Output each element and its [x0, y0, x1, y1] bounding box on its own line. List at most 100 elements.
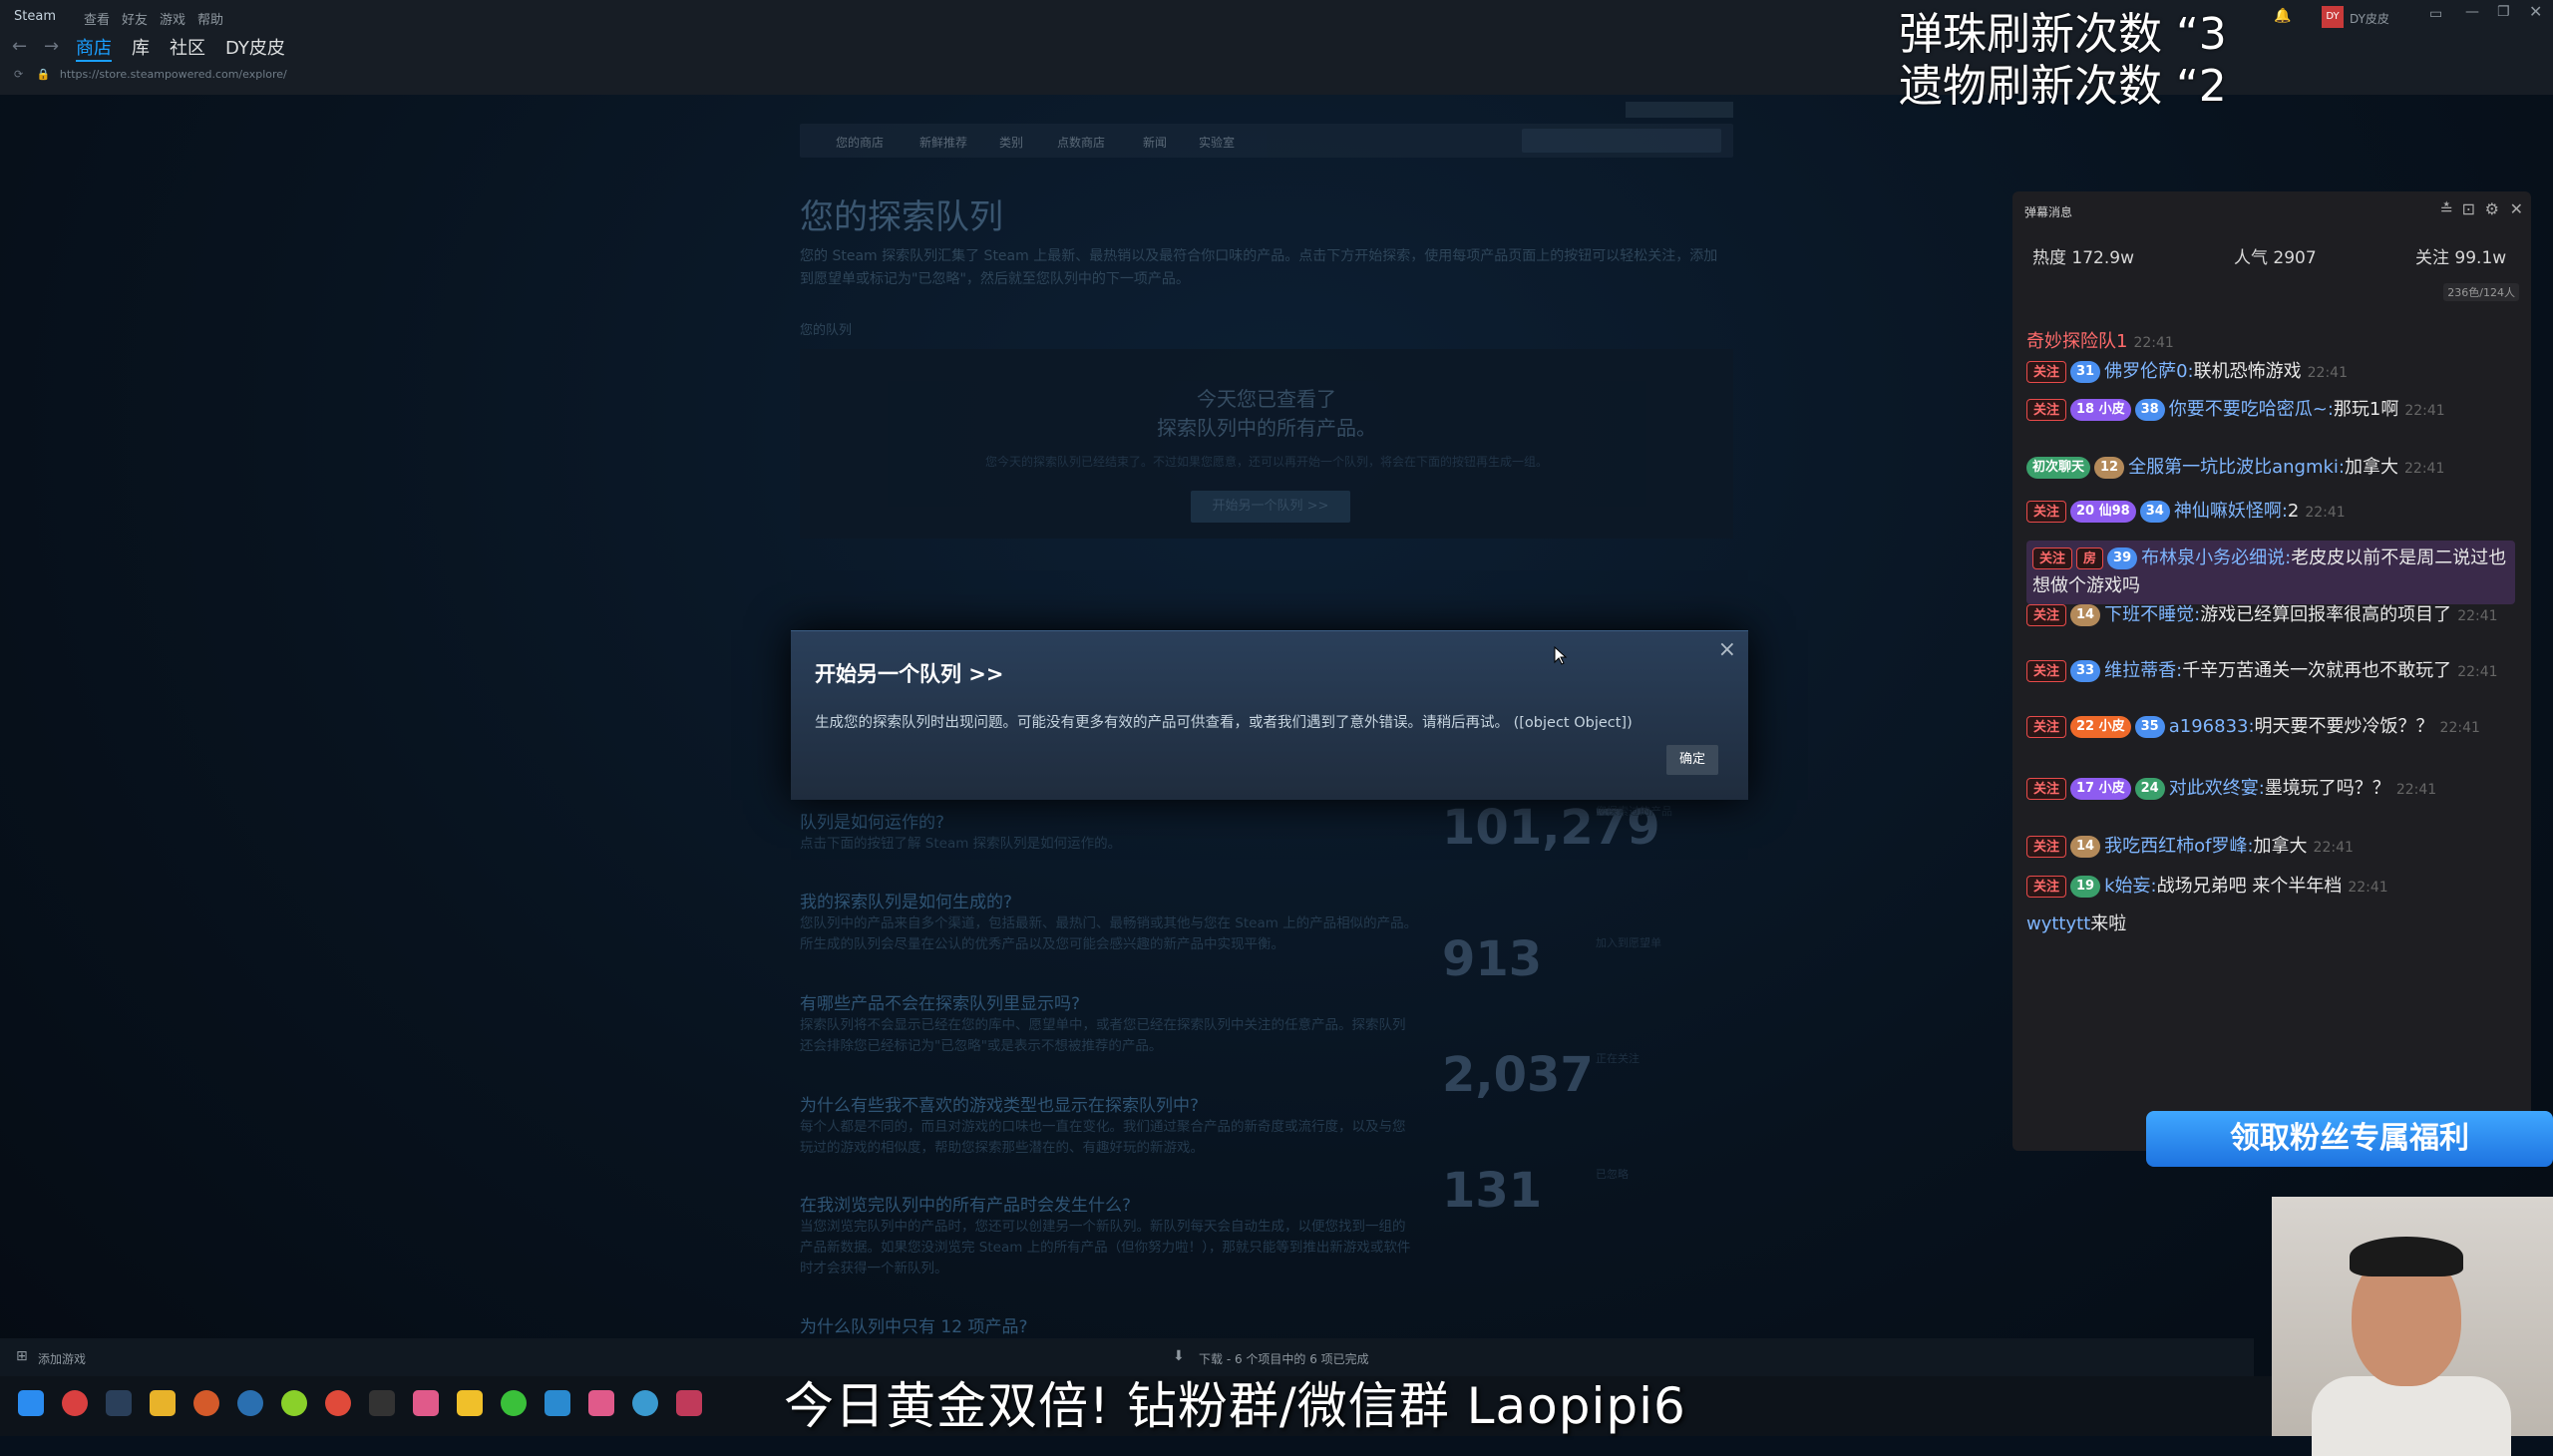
back-arrow-icon[interactable]: ← — [12, 36, 27, 57]
danmaku-panel: 弹幕消息 ≛ ⊡ ⚙ ✕ 热度 172.9w 人气 2907 关注 99.1w … — [2012, 191, 2531, 1151]
avatar[interactable]: DY — [2322, 6, 2344, 28]
danmaku-message: 关注 31 佛罗伦萨0:联机恐怖游戏 22:41 — [2026, 353, 2525, 392]
user-name[interactable]: DY皮皮 — [2350, 10, 2389, 27]
danmaku-message: 关注 22 小皮 35 a196833:明天要不要炒冷饭？？ 22:41 — [2026, 708, 2525, 747]
steam-active-icon[interactable] — [676, 1390, 702, 1416]
store-nav-your-store[interactable]: 您的商店 — [836, 134, 884, 151]
user-badge: 20 仙98 — [2070, 501, 2136, 523]
app-icon[interactable] — [413, 1390, 439, 1416]
overlay-text-line2: 遗物刷新次数 “2 — [1899, 61, 2227, 112]
user-badge: 关注 — [2026, 778, 2067, 800]
fan-benefit-button[interactable]: 领取粉丝专属福利 — [2146, 1111, 2553, 1167]
store-nav-points[interactable]: 点数商店 — [1057, 134, 1105, 151]
faq-question[interactable]: 为什么有些我不喜欢的游戏类型也显示在探索队列中? — [800, 1091, 1199, 1116]
app-icon[interactable] — [62, 1390, 88, 1416]
danmaku-time: 22:41 — [2133, 335, 2174, 351]
app-icon[interactable] — [237, 1390, 263, 1416]
install-steam-button[interactable] — [1626, 102, 1733, 118]
danmaku-username[interactable]: wyttytt — [2026, 913, 2090, 934]
danmaku-username[interactable]: 奇妙探险队1 — [2026, 331, 2127, 352]
add-game-icon[interactable]: ⊞ — [16, 1348, 28, 1364]
faq-question[interactable]: 队列是如何运作的? — [800, 808, 944, 833]
faq-question[interactable]: 为什么队列中只有 12 项产品? — [800, 1312, 1027, 1337]
danmaku-username[interactable]: 我吃西红柿of罗峰: — [2104, 836, 2253, 857]
user-badge: 关注 — [2026, 836, 2067, 858]
minimize-icon[interactable]: — — [2465, 4, 2479, 20]
app-icon[interactable] — [193, 1390, 219, 1416]
forward-arrow-icon[interactable]: → — [44, 36, 59, 57]
mouse-cursor-icon — [1554, 646, 1568, 665]
close-icon[interactable]: × — [1718, 637, 1736, 662]
app-icon[interactable] — [545, 1390, 570, 1416]
folder-icon[interactable] — [150, 1390, 176, 1416]
reload-icon[interactable]: ⟳ — [14, 68, 23, 81]
danmaku-username[interactable]: 维拉蒂香: — [2104, 660, 2182, 681]
tab-store[interactable]: 商店 — [76, 34, 112, 62]
faq-question[interactable]: 在我浏览完队列中的所有产品时会发生什么? — [800, 1191, 1131, 1216]
app-icon[interactable] — [632, 1390, 658, 1416]
steam-logo[interactable]: Steam — [14, 9, 56, 24]
faq-question[interactable]: 我的探索队列是如何生成的? — [800, 888, 1012, 912]
danmaku-message: 关注 19 k始妄:战场兄弟吧 来个半年档 22:41 — [2026, 868, 2525, 907]
monitor-icon[interactable]: ▭ — [2429, 6, 2442, 22]
store-nav-categories[interactable]: 类别 — [999, 134, 1023, 151]
app-icon[interactable] — [281, 1390, 307, 1416]
danmaku-username[interactable]: 神仙嘛妖怪啊: — [2174, 501, 2288, 522]
start-queue-button[interactable]: 开始另一个队列 >> — [1191, 491, 1350, 523]
app-icon[interactable] — [369, 1390, 395, 1416]
store-nav-new[interactable]: 新鲜推荐 — [919, 134, 967, 151]
user-badge: 33 — [2070, 660, 2101, 682]
menu-games[interactable]: 游戏 — [160, 9, 185, 28]
danmaku-time: 22:41 — [2395, 782, 2437, 798]
faq-question[interactable]: 有哪些产品不会在探索队列里显示吗? — [800, 989, 1080, 1014]
danmaku-text: 联机恐怖游戏 — [2193, 361, 2302, 382]
close-icon[interactable]: ✕ — [2510, 199, 2523, 218]
user-badge: 22 小皮 — [2070, 716, 2131, 738]
danmaku-text: 墨境玩了吗？？ — [2264, 778, 2390, 799]
bell-icon[interactable]: 🔔 — [2274, 8, 2291, 24]
heat-stat: 热度 172.9w — [2032, 248, 2134, 268]
filter-icon[interactable]: ≛ — [2440, 199, 2453, 218]
danmaku-username[interactable]: 佛罗伦萨0: — [2104, 361, 2194, 382]
maximize-icon[interactable]: ❐ — [2497, 4, 2510, 20]
user-badge: 14 — [2070, 836, 2101, 858]
chrome-icon[interactable] — [325, 1390, 351, 1416]
tab-community[interactable]: 社区 — [170, 34, 205, 60]
app-icon[interactable] — [588, 1390, 614, 1416]
danmaku-text: 加拿大 — [2253, 836, 2308, 857]
settings-icon[interactable]: ⚙ — [2485, 199, 2499, 218]
streamer-shirt — [2312, 1376, 2511, 1456]
app-icon[interactable] — [457, 1390, 483, 1416]
steam-icon[interactable] — [106, 1390, 132, 1416]
user-badge: 39 — [2107, 547, 2138, 569]
danmaku-username[interactable]: a196833: — [2169, 716, 2255, 737]
menu-friends[interactable]: 好友 — [122, 9, 148, 28]
store-nav-news[interactable]: 新闻 — [1143, 134, 1167, 151]
danmaku-username[interactable]: 全服第一坑比波比angmki: — [2128, 457, 2345, 478]
store-search-input[interactable] — [1522, 129, 1721, 153]
tab-library[interactable]: 库 — [132, 34, 150, 60]
danmaku-username[interactable]: 布林泉小务必细说: — [2141, 547, 2291, 568]
menu-view[interactable]: 查看 — [84, 9, 110, 28]
download-status[interactable]: 下载 - 6 个项目中的 6 项已完成 — [1199, 1350, 1369, 1367]
danmaku-username[interactable]: 对此欢终宴: — [2169, 778, 2265, 799]
danmaku-username[interactable]: k始妄: — [2104, 876, 2157, 897]
danmaku-username[interactable]: 你要不要吃哈密瓜~: — [2169, 399, 2334, 420]
store-nav-labs[interactable]: 实验室 — [1199, 134, 1235, 151]
windows-start-icon[interactable] — [18, 1390, 44, 1416]
close-window-icon[interactable]: ✕ — [2529, 2, 2542, 21]
store-nav: 您的商店 新鲜推荐 类别 点数商店 新闻 实验室 — [800, 124, 1733, 158]
wechat-icon[interactable] — [501, 1390, 527, 1416]
danmaku-message: 关注 20 仙98 34 神仙嘛妖怪啊:2 22:41 — [2026, 493, 2525, 532]
add-game-button[interactable]: 添加游戏 — [38, 1350, 86, 1367]
url-bar[interactable]: ⟳ 🔒 https://store.steampowered.com/explo… — [14, 68, 712, 88]
menu-help[interactable]: 帮助 — [197, 9, 223, 28]
lock-icon[interactable]: ⊡ — [2462, 199, 2475, 218]
dialog-title: 开始另一个队列 >> — [815, 662, 1004, 686]
danmaku-text: 来啦 — [2090, 913, 2127, 934]
tab-profile[interactable]: DY皮皮 — [225, 34, 285, 60]
ok-button[interactable]: 确定 — [1666, 745, 1718, 775]
download-icon[interactable]: ⬇ — [1173, 1348, 1185, 1364]
user-badge: 房 — [2076, 547, 2104, 569]
danmaku-username[interactable]: 下班不睡觉: — [2104, 604, 2200, 625]
